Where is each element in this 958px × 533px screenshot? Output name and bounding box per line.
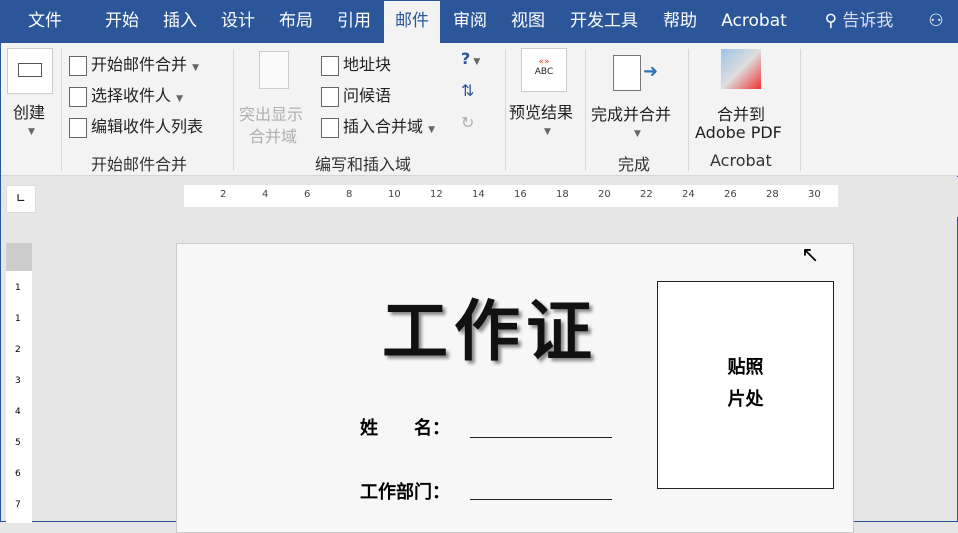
tab-view[interactable]: 视图 (503, 1, 553, 43)
vruler-tick-label: 6 (15, 469, 21, 479)
doc-title: 工作证 (382, 293, 598, 370)
tab-references[interactable]: 引用 (329, 1, 379, 43)
acrobat-pdf-icon (721, 49, 761, 89)
ruler-tick-label: 26 (724, 189, 737, 200)
create-button[interactable]: 创建 (13, 99, 45, 123)
group-label-write: 编写和插入域 (315, 155, 412, 174)
ruler-tick-label: 24 (682, 189, 695, 200)
share-icon[interactable]: ⚇ (921, 1, 951, 43)
name-label: 姓 名： (360, 418, 450, 439)
finish-merge-button[interactable]: 完成并合并 (591, 101, 671, 125)
envelope-icon (7, 48, 53, 94)
preview-icon: «» ABC (521, 48, 567, 92)
vruler-tick-label: 1 (15, 283, 21, 293)
tell-me-box[interactable]: ⚲ 告诉我 (809, 1, 909, 43)
tab-home[interactable]: 开始 (97, 1, 147, 43)
tab-acrobat[interactable]: Acrobat (715, 1, 793, 43)
document-icon (69, 55, 87, 76)
address-icon (321, 55, 339, 76)
tab-help[interactable]: 帮助 (655, 1, 705, 43)
field-icon (321, 117, 339, 138)
document-page[interactable]: 工作证 贴照 片处 姓 名： 工作部门： (176, 243, 854, 533)
highlight-fields-icon (259, 51, 289, 89)
photo-box: 贴照 片处 (657, 281, 834, 489)
search-icon: ⚲ (824, 11, 838, 31)
ruler-tick-label: 22 (640, 189, 653, 200)
address-block-button[interactable]: 地址块 (321, 51, 391, 76)
tab-file[interactable]: 文件 (15, 1, 75, 43)
name-underline (470, 437, 612, 438)
dept-underline (470, 499, 612, 500)
greeting-icon (321, 86, 339, 107)
dept-label: 工作部门： (360, 482, 450, 503)
ruler-tick-label: 2 (220, 189, 227, 200)
tab-insert[interactable]: 插入 (155, 1, 205, 43)
recipients-icon (69, 86, 87, 107)
horizontal-ruler[interactable]: 2 4 6 8 10 12 14 16 18 20 22 24 26 28 30 (184, 185, 838, 207)
vruler-tick-label: 3 (15, 376, 21, 386)
ruler-tick-label: 4 (262, 189, 269, 200)
tab-selector[interactable]: ∟ (6, 185, 36, 213)
tab-layout[interactable]: 布局 (271, 1, 321, 43)
edit-list-icon (69, 117, 87, 138)
ruler-tick-label: 20 (598, 189, 611, 200)
ribbon: 创建 ▼ 开始邮件合并 ▼ 选择收件人 ▼ 编辑收件人列表 开始邮件合并 突出显… (1, 43, 958, 176)
vruler-tick-label: 5 (15, 438, 21, 448)
tab-mailings[interactable]: 邮件 (384, 1, 440, 43)
vruler-tick-label: 4 (15, 407, 21, 417)
update-labels-icon[interactable]: ↻ (461, 113, 474, 132)
ruler-tick-label: 6 (304, 189, 311, 200)
merge-to-pdf-button[interactable]: 合并到 (717, 101, 765, 125)
mouse-cursor-icon: ↖ (801, 243, 820, 268)
group-label-acrobat: Acrobat (710, 151, 772, 170)
finish-merge-icon (613, 55, 641, 91)
ruler-tick-label: 12 (430, 189, 443, 200)
ruler-tick-label: 18 (556, 189, 569, 200)
ruler-tick-label: 14 (472, 189, 485, 200)
greeting-button[interactable]: 问候语 (321, 82, 391, 107)
start-merge-button[interactable]: 开始邮件合并 ▼ (69, 51, 199, 76)
insert-merge-field-button[interactable]: 插入合并域 ▼ (321, 113, 435, 138)
tab-design[interactable]: 设计 (213, 1, 263, 43)
match-fields-icon[interactable]: ⇅ (461, 81, 474, 100)
vertical-ruler[interactable]: 1 1 2 3 4 5 6 7 (6, 243, 32, 523)
ribbon-tabs: 文件 开始 插入 设计 布局 引用 邮件 审阅 视图 开发工具 帮助 Acrob… (1, 1, 958, 43)
tab-review[interactable]: 审阅 (445, 1, 495, 43)
select-recipients-button[interactable]: 选择收件人 ▼ (69, 82, 183, 107)
rules-icon[interactable]: ? ▼ (461, 49, 480, 68)
ruler-tick-label: 8 (346, 189, 353, 200)
ruler-tick-label: 30 (808, 189, 821, 200)
tab-developer[interactable]: 开发工具 (563, 1, 645, 43)
group-label-finish: 完成 (618, 155, 651, 174)
group-label-start: 开始邮件合并 (91, 155, 188, 174)
vruler-tick-label: 1 (15, 314, 21, 324)
vruler-tick-label: 7 (15, 500, 21, 510)
highlight-fields-button[interactable]: 突出显示 (239, 101, 303, 125)
ruler-tick-label: 10 (388, 189, 401, 200)
ruler-tick-label: 16 (514, 189, 527, 200)
vruler-tick-label: 2 (15, 345, 21, 355)
ruler-tick-label: 28 (766, 189, 779, 200)
preview-results-button[interactable]: 预览结果 (509, 99, 573, 123)
edit-recipients-button[interactable]: 编辑收件人列表 (69, 113, 203, 138)
